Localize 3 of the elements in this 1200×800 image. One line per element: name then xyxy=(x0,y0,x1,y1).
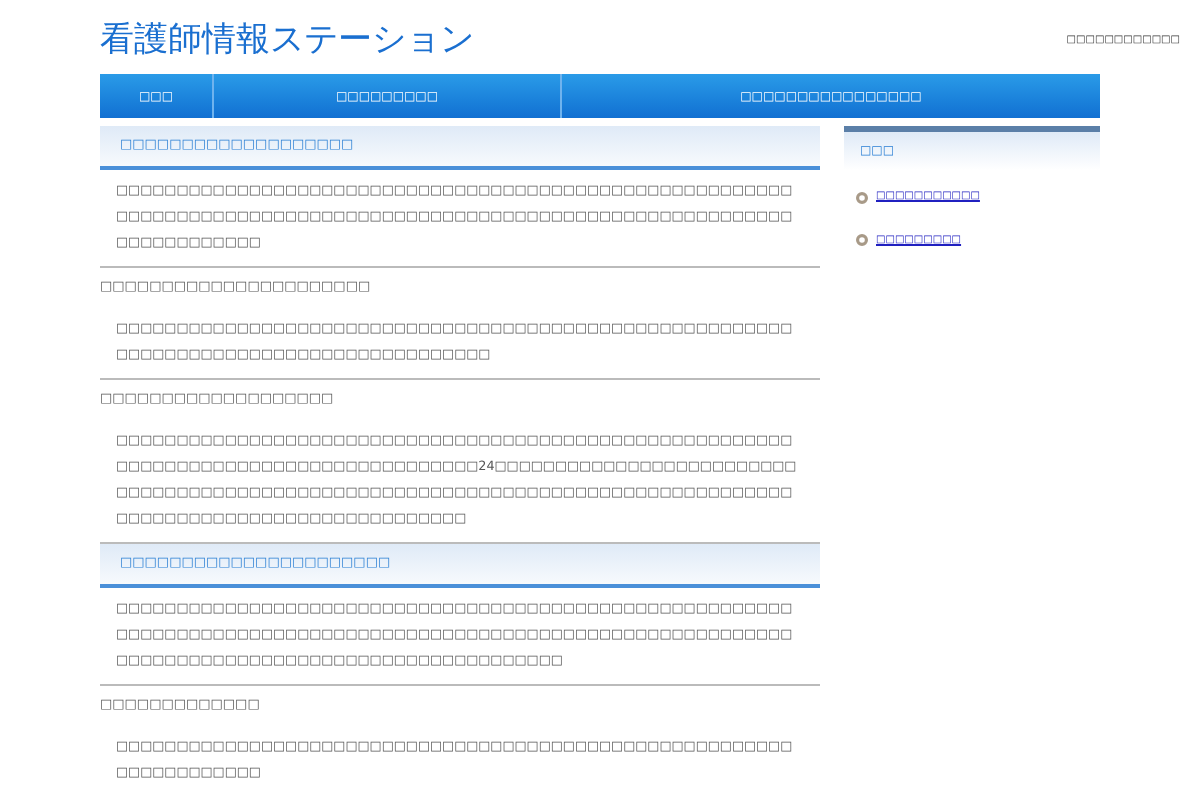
site-title[interactable]: 看護師情報ステーション xyxy=(100,20,474,60)
bullet-icon xyxy=(856,234,868,247)
bullet-icon xyxy=(856,191,868,204)
